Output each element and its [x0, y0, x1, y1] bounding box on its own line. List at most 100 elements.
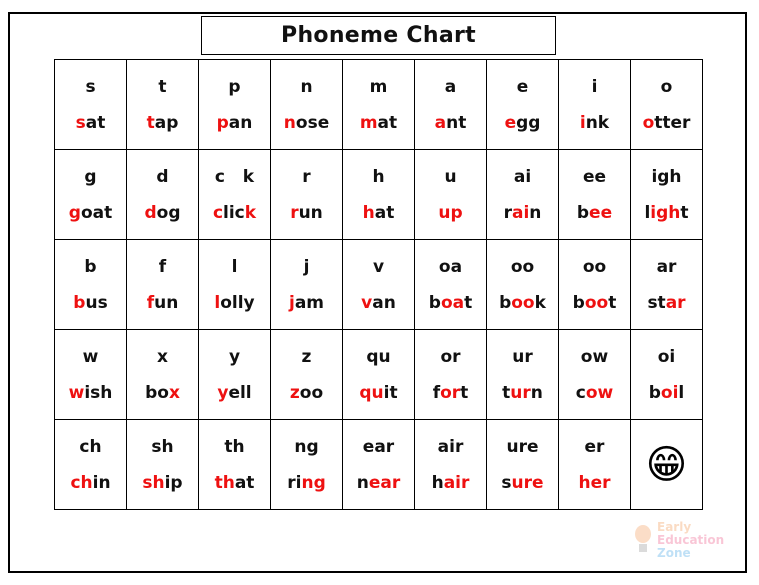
- example-word: boot: [559, 292, 630, 314]
- phoneme-label: igh: [651, 166, 682, 187]
- phoneme-label: ng: [294, 436, 319, 457]
- highlighted-grapheme: r: [290, 202, 299, 223]
- phoneme-label: ee: [582, 166, 607, 187]
- phoneme-label: v: [372, 256, 385, 277]
- example-word: bus: [55, 292, 126, 314]
- phoneme-label: ow: [580, 346, 609, 367]
- highlighted-grapheme: ai: [511, 202, 530, 223]
- example-word: ant: [415, 112, 486, 134]
- phoneme-cell: air hair: [414, 419, 487, 510]
- phoneme-label: ure: [506, 436, 539, 457]
- example-word: hat: [343, 202, 414, 224]
- highlighted-grapheme: or: [440, 382, 461, 403]
- grid-row: ch chin sh ship th that ng ring ear near air hair ur…: [54, 419, 703, 510]
- example-word: lolly: [199, 292, 270, 314]
- example-word: near: [343, 472, 414, 494]
- word-segment: olly: [220, 292, 255, 313]
- word-segment: it: [383, 382, 398, 403]
- word-segment: n: [529, 202, 542, 223]
- highlighted-grapheme: w: [68, 382, 85, 403]
- word-segment: tter: [654, 112, 691, 133]
- phoneme-label: u: [444, 166, 457, 187]
- example-word: book: [487, 292, 558, 314]
- word-segment: t: [464, 292, 473, 313]
- word-segment: us: [85, 292, 108, 313]
- phoneme-cell: p pan: [198, 59, 271, 150]
- highlighted-grapheme: oo: [511, 292, 535, 313]
- lightbulb-icon: [633, 523, 653, 557]
- highlighted-grapheme: ee: [589, 202, 613, 223]
- highlighted-grapheme: ch: [70, 472, 93, 493]
- example-word: dog: [127, 202, 198, 224]
- phoneme-label: a: [444, 76, 457, 97]
- phoneme-cell: ear near: [342, 419, 415, 510]
- phoneme-label: s: [85, 76, 96, 97]
- word-segment: in: [92, 472, 111, 493]
- phoneme-label: qu: [366, 346, 391, 367]
- word-segment: s: [501, 472, 512, 493]
- word-segment: t: [608, 292, 617, 313]
- phoneme-cell: t tap: [126, 59, 199, 150]
- highlighted-grapheme: oi: [660, 382, 679, 403]
- phoneme-cell: x box: [126, 329, 199, 420]
- phoneme-cell: y yell: [198, 329, 271, 420]
- phoneme-label: or: [440, 346, 461, 367]
- word-segment: t: [460, 382, 469, 403]
- grinning-face-icon: 😁: [645, 441, 688, 488]
- phoneme-cell: er her: [558, 419, 631, 510]
- example-word: mat: [343, 112, 414, 134]
- example-word: goat: [55, 202, 126, 224]
- highlighted-grapheme: e: [504, 112, 517, 133]
- highlighted-grapheme: v: [361, 292, 373, 313]
- highlighted-grapheme: m: [359, 112, 378, 133]
- example-word: yell: [199, 382, 270, 404]
- highlighted-grapheme: ow: [585, 382, 614, 403]
- example-word: quit: [343, 382, 414, 404]
- phoneme-label: l: [231, 256, 238, 277]
- example-word: zoo: [271, 382, 342, 404]
- example-word: up: [415, 202, 486, 224]
- example-word: light: [631, 202, 702, 224]
- highlighted-grapheme: f: [146, 292, 155, 313]
- phoneme-grid: s sat t tap p pan n nose m mat a ant e egg i ink o otter g…: [54, 59, 703, 510]
- phoneme-cell: qu quit: [342, 329, 415, 420]
- phoneme-cell: igh light: [630, 149, 703, 240]
- phoneme-cell: sh ship: [126, 419, 199, 510]
- example-word: turn: [487, 382, 558, 404]
- phoneme-cell: c k click: [198, 149, 271, 240]
- highlighted-grapheme: sh: [142, 472, 165, 493]
- phoneme-cell: i ink: [558, 59, 631, 150]
- word-segment: oat: [80, 202, 113, 223]
- word-segment: r: [503, 202, 512, 223]
- highlighted-grapheme: igh: [650, 202, 681, 223]
- highlighted-grapheme: k: [244, 202, 257, 223]
- phoneme-cell: oo book: [486, 239, 559, 330]
- phoneme-label: d: [156, 166, 169, 187]
- phoneme-label: n: [300, 76, 313, 97]
- phoneme-cell: ee bee: [558, 149, 631, 240]
- example-word: van: [343, 292, 414, 314]
- word-segment: at: [374, 202, 395, 223]
- example-word: her: [559, 472, 630, 494]
- highlighted-grapheme: d: [144, 202, 157, 223]
- phoneme-label: oi: [657, 346, 676, 367]
- word-segment: ri: [287, 472, 302, 493]
- phoneme-cell: o otter: [630, 59, 703, 150]
- word-segment: nt: [446, 112, 467, 133]
- title-box: Phoneme Chart: [201, 16, 556, 55]
- phoneme-label: j: [303, 256, 310, 277]
- word-segment: ose: [295, 112, 330, 133]
- word-segment: an: [228, 112, 253, 133]
- example-word: click: [199, 202, 270, 224]
- phoneme-label: sh: [151, 436, 174, 457]
- phoneme-cell: l lolly: [198, 239, 271, 330]
- phoneme-label: z: [301, 346, 312, 367]
- phoneme-cell: j jam: [270, 239, 343, 330]
- word-segment: h: [431, 472, 444, 493]
- phoneme-label: er: [584, 436, 605, 457]
- word-segment: ish: [84, 382, 113, 403]
- phoneme-label: ch: [79, 436, 102, 457]
- early-education-zone-logo: Early Education Zone: [633, 518, 743, 562]
- phoneme-cell: or fort: [414, 329, 487, 420]
- phoneme-cell: m mat: [342, 59, 415, 150]
